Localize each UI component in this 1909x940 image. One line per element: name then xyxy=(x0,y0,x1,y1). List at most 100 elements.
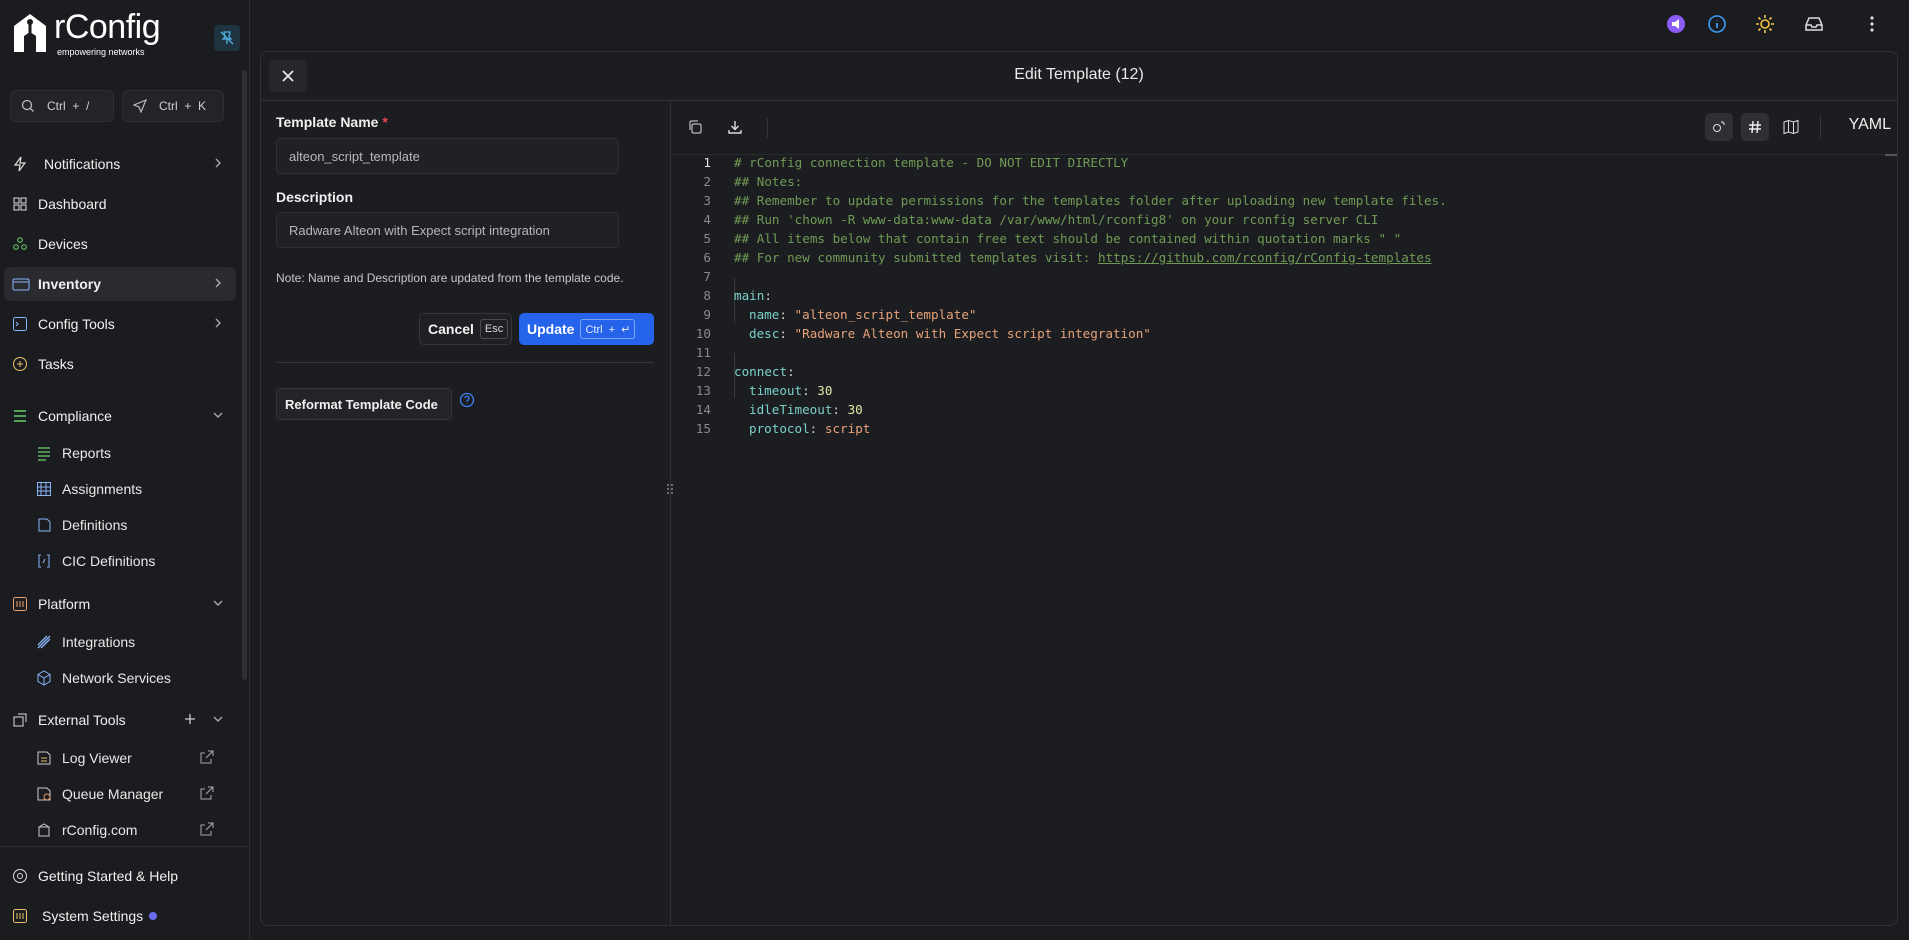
sidebar-item-system-settings[interactable]: System Settings xyxy=(4,899,236,933)
inbox-button[interactable] xyxy=(1802,12,1826,36)
sidebar-sub-cic-definitions[interactable]: CIC Definitions xyxy=(36,546,236,576)
yaml-number: 30 xyxy=(847,402,863,417)
plus-icon[interactable] xyxy=(184,713,196,725)
panel-header: Edit Template (12) xyxy=(261,52,1897,101)
line-number: 10 xyxy=(695,326,711,341)
template-name-label-text: Template Name xyxy=(276,114,379,130)
line-number: 6 xyxy=(703,250,711,265)
description-label: Description xyxy=(276,189,354,205)
line-numbers-toggle[interactable] xyxy=(1741,113,1769,141)
settings-status-dot xyxy=(149,912,158,920)
pin-sidebar-button[interactable] xyxy=(214,25,240,51)
sidebar-item-help[interactable]: Getting Started & Help xyxy=(4,859,236,893)
copy-button[interactable] xyxy=(681,113,709,141)
sidebar-sub-label: Queue Manager xyxy=(62,786,164,802)
chevron-right-icon xyxy=(215,278,221,288)
yaml-string: script xyxy=(824,421,871,436)
code-line: ## Run 'chown -R www-data:www-data /var/… xyxy=(734,212,1379,227)
line-number: 8 xyxy=(703,288,711,303)
templates-link[interactable]: https://github.com/rconfig/rConfig-templ… xyxy=(1098,250,1432,265)
definitions-icon xyxy=(38,518,51,532)
sidebar-item-label: System Settings xyxy=(42,908,144,924)
download-button[interactable] xyxy=(721,113,749,141)
line-number: 1 xyxy=(703,155,711,170)
sidebar-item-label: Getting Started & Help xyxy=(38,868,179,884)
language-label[interactable]: YAML xyxy=(1849,116,1891,134)
sidebar-item-label: Inventory xyxy=(38,276,102,292)
form-divider xyxy=(276,362,654,363)
code-area[interactable]: 1 2 3 4 5 6 7 8 9 10 11 12 13 14 15 # rC… xyxy=(671,154,1897,925)
editor-toolbar: YAML xyxy=(671,100,1897,152)
integrations-icon xyxy=(37,635,51,649)
code-line: timeout: 30 xyxy=(749,383,832,398)
panel-title: Edit Template (12) xyxy=(1014,66,1144,83)
cancel-button[interactable]: Cancel Esc xyxy=(419,313,512,345)
sidebar-sub-label: Reports xyxy=(62,445,112,461)
theme-mode-button[interactable] xyxy=(1705,113,1733,141)
sidebar-item-tasks[interactable]: Tasks xyxy=(4,347,236,381)
assignments-icon xyxy=(37,482,51,496)
sidebar-sub-queue-manager[interactable]: Queue Manager xyxy=(36,779,236,809)
yaml-key: idleTimeout xyxy=(749,402,833,417)
code-line: idleTimeout: 30 xyxy=(749,402,863,417)
announcements-button[interactable] xyxy=(1664,12,1688,36)
search-button[interactable]: Ctrl + / xyxy=(10,90,114,122)
update-button[interactable]: Update Ctrl + ↵ xyxy=(519,313,654,345)
sidebar-item-inventory[interactable]: Inventory xyxy=(4,267,236,301)
hash-icon xyxy=(1749,120,1761,134)
command-palette-button[interactable]: Ctrl + K xyxy=(122,90,224,122)
sidebar-item-compliance[interactable]: Compliance xyxy=(4,399,236,433)
cancel-label: Cancel xyxy=(428,321,474,337)
sidebar-item-devices[interactable]: Devices xyxy=(4,227,236,261)
sidebar-sub-label: rConfig.com xyxy=(62,822,138,838)
lifebuoy-icon xyxy=(13,869,27,883)
toolbar-divider xyxy=(1820,116,1821,138)
sidebar-item-dashboard[interactable]: Dashboard xyxy=(4,187,236,221)
more-menu-button[interactable] xyxy=(1860,12,1884,36)
sidebar-sub-definitions[interactable]: Definitions xyxy=(36,510,236,540)
sun-icon xyxy=(1756,15,1774,33)
sidebar-item-external-tools[interactable]: External Tools xyxy=(4,703,236,737)
line-number: 13 xyxy=(695,383,711,398)
sidebar-item-notifications[interactable]: Notifications xyxy=(4,147,236,181)
sidebar-scrollbar[interactable] xyxy=(242,70,247,680)
sidebar-sub-label: Network Services xyxy=(62,670,171,686)
form-note: Note: Name and Description are updated f… xyxy=(276,271,624,285)
edit-template-panel: Edit Template (12) Template Name * alteo… xyxy=(260,51,1898,926)
info-button[interactable] xyxy=(1705,12,1729,36)
sidebar-item-config-tools[interactable]: Config Tools xyxy=(4,307,236,341)
code-line: name: "alteon_script_template" xyxy=(749,307,977,322)
search-icon xyxy=(21,99,34,112)
code-line: ## For new community submitted templates… xyxy=(734,250,1432,265)
yaml-string: "Radware Alteon with Expect script integ… xyxy=(794,326,1151,341)
template-name-input[interactable]: alteon_script_template xyxy=(276,138,619,174)
description-input[interactable]: Radware Alteon with Expect script integr… xyxy=(276,212,619,248)
reports-icon xyxy=(38,447,50,461)
code-file-icon xyxy=(38,554,50,568)
yaml-colon: : xyxy=(779,307,787,322)
sidebar-sub-assignments[interactable]: Assignments xyxy=(36,474,236,504)
cancel-shortcut: Esc xyxy=(479,319,509,339)
sidebar-sub-log-viewer[interactable]: Log Viewer xyxy=(36,743,236,773)
sidebar-sub-reports[interactable]: Reports xyxy=(36,438,236,468)
sidebar-item-platform[interactable]: Platform xyxy=(4,587,236,621)
sidebar-sub-rconfig-com[interactable]: rConfig.com xyxy=(36,815,236,845)
chevron-right-icon xyxy=(215,158,221,168)
code-editor[interactable]: YAML 1 2 3 4 5 6 7 8 9 10 11 12 13 14 15… xyxy=(671,100,1897,925)
sidebar-item-label: Platform xyxy=(38,596,91,612)
more-vertical-icon xyxy=(1870,16,1874,32)
info-icon xyxy=(1708,15,1726,33)
command-shortcut: Ctrl + K xyxy=(159,99,207,113)
sidebar-sub-integrations[interactable]: Integrations xyxy=(36,627,236,657)
unpin-icon xyxy=(220,31,234,45)
sidebar-sub-network-services[interactable]: Network Services xyxy=(36,663,236,693)
reformat-button[interactable]: Reformat Template Code xyxy=(276,388,452,420)
theme-toggle-button[interactable] xyxy=(1753,12,1777,36)
code-line: ## Notes: xyxy=(734,174,803,189)
help-icon[interactable] xyxy=(459,392,475,408)
dashboard-icon xyxy=(13,197,27,211)
rconfig-logo-icon xyxy=(14,14,46,52)
yaml-colon: : xyxy=(764,288,772,303)
brand-logo[interactable]: rConfig empowering networks xyxy=(10,8,180,60)
minimap-toggle[interactable] xyxy=(1777,113,1805,141)
